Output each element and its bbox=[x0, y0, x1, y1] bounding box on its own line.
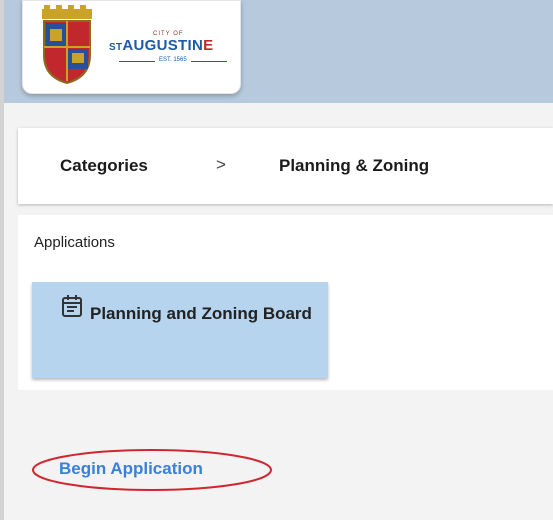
breadcrumb-planning-zoning[interactable]: Planning & Zoning bbox=[279, 156, 429, 176]
logo-rule-left bbox=[119, 61, 155, 62]
logo-rule-right bbox=[191, 61, 227, 62]
logo-wordmark-main: AUGUSTIN bbox=[122, 37, 204, 54]
top-header: CITY OF STAUGUSTINE EST. 1565 bbox=[4, 0, 553, 103]
applications-panel: Applications Planning and Zoning Board bbox=[18, 215, 553, 390]
city-logo[interactable]: CITY OF STAUGUSTINE EST. 1565 bbox=[22, 0, 241, 94]
logo-established-text: EST. 1565 bbox=[159, 57, 187, 63]
application-tile-title: Planning and Zoning Board bbox=[90, 304, 312, 323]
city-crest-icon bbox=[42, 5, 92, 85]
logo-established: EST. 1565 bbox=[119, 57, 241, 65]
logo-wordmark: STAUGUSTINE bbox=[109, 37, 213, 54]
application-tile-planning-zoning-board[interactable]: Planning and Zoning Board bbox=[32, 282, 328, 378]
logo-wordmark-end: E bbox=[203, 37, 214, 54]
begin-application-link[interactable]: Begin Application bbox=[59, 459, 203, 479]
applications-label: Applications bbox=[34, 234, 115, 251]
breadcrumb: Categories > Planning & Zoning bbox=[18, 128, 553, 204]
breadcrumb-categories[interactable]: Categories bbox=[60, 156, 148, 176]
breadcrumb-separator: > bbox=[216, 155, 226, 174]
logo-wordmark-prefix: ST bbox=[109, 42, 123, 53]
